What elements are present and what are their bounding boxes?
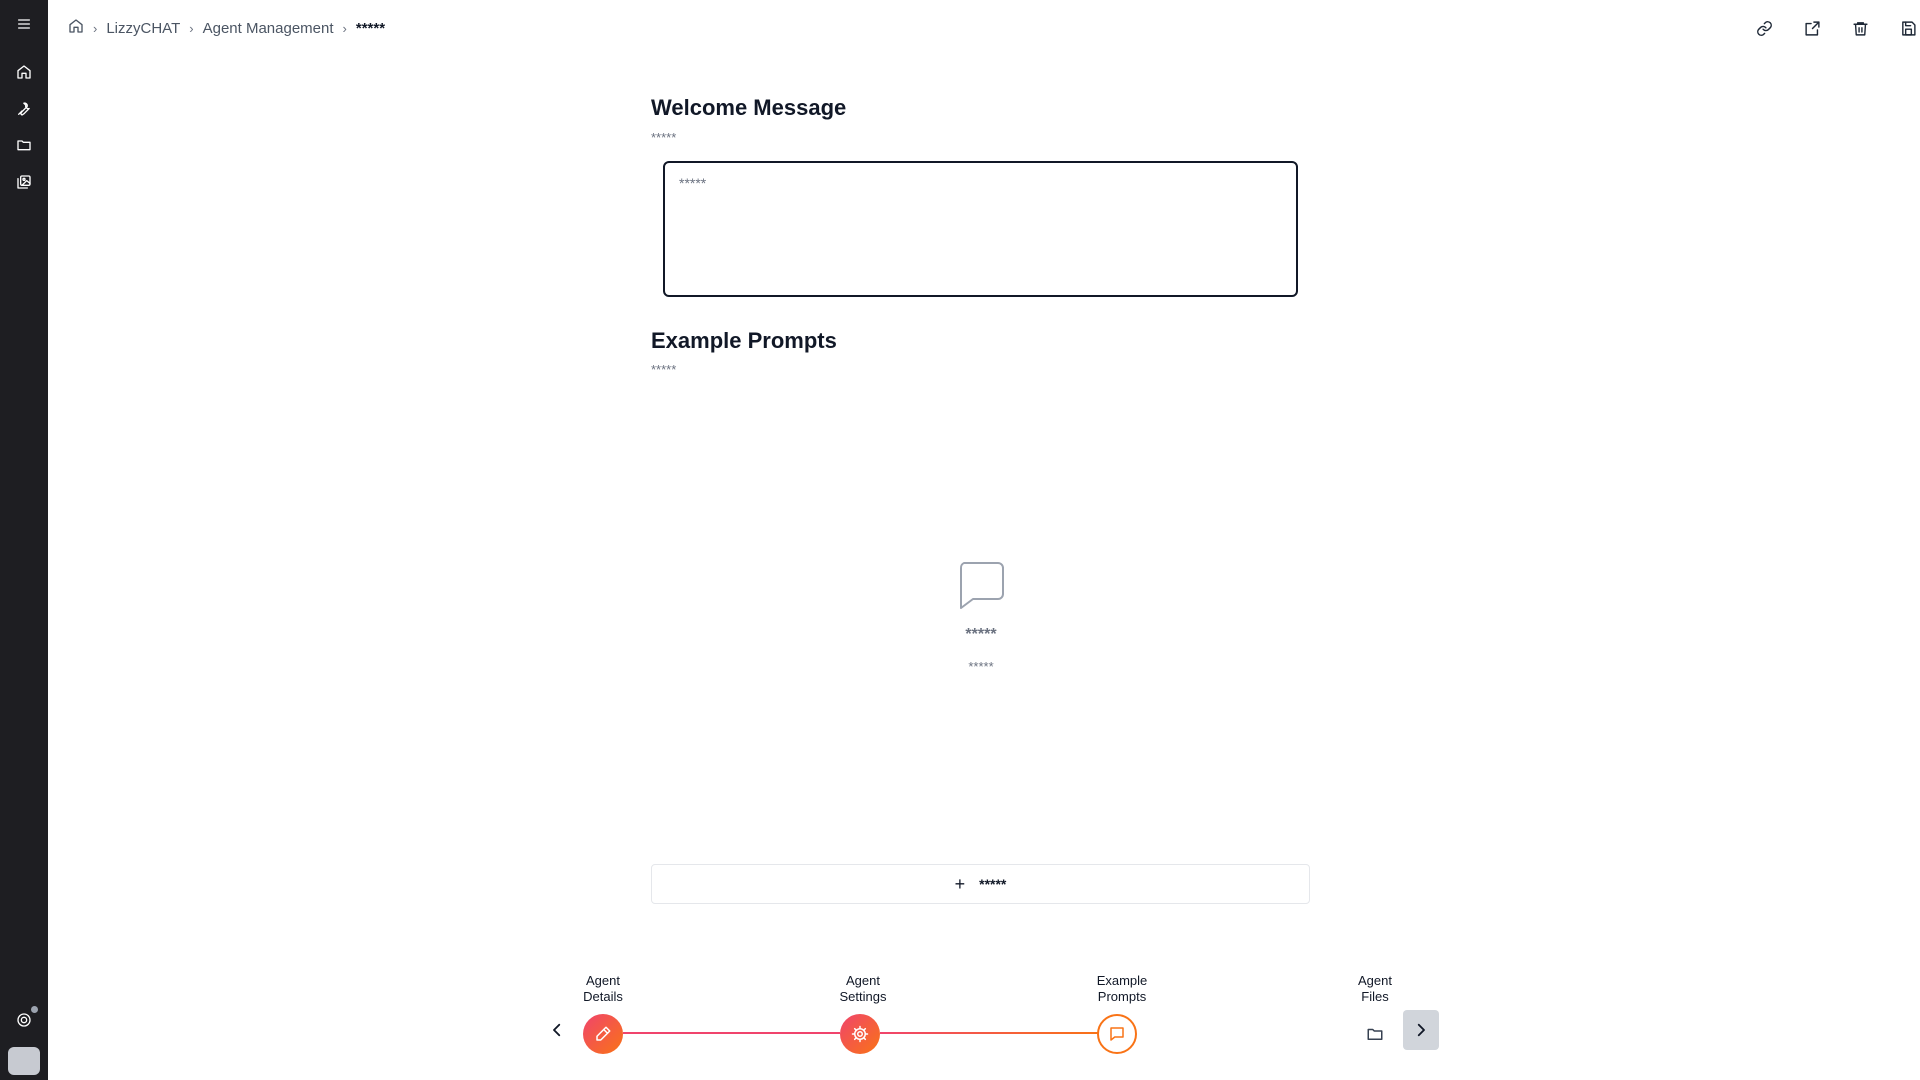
step-example-prompts[interactable] xyxy=(1097,1014,1137,1054)
notification-dot xyxy=(31,1006,38,1013)
step-agent-details[interactable] xyxy=(583,1014,623,1054)
next-step-button[interactable] xyxy=(1403,1010,1439,1050)
stepper-connector xyxy=(880,1032,1098,1034)
breadcrumb-agent-management[interactable]: Agent Management xyxy=(203,20,334,37)
top-actions xyxy=(1728,17,1920,39)
message-square-icon xyxy=(955,560,1007,610)
avatar[interactable] xyxy=(8,1047,40,1075)
step-label-line: Agent xyxy=(586,973,620,988)
breadcrumb-separator: › xyxy=(93,20,98,36)
step-label-agent-files: Agent Files xyxy=(1330,973,1420,1005)
home-icon[interactable] xyxy=(68,18,84,38)
folder-icon[interactable] xyxy=(12,133,36,157)
welcome-message-description: ***** xyxy=(651,130,677,145)
folder-icon xyxy=(1367,1028,1383,1040)
share-icon[interactable] xyxy=(1800,17,1824,39)
step-label-example-prompts: Example Prompts xyxy=(1077,973,1167,1005)
link-icon[interactable] xyxy=(1752,17,1776,39)
example-prompts-title: Example Prompts xyxy=(651,328,837,353)
breadcrumb-separator: › xyxy=(189,20,194,36)
gallery-icon[interactable] xyxy=(12,170,36,194)
welcome-message-input[interactable] xyxy=(663,161,1298,297)
breadcrumb: › LizzyCHAT › Agent Management › ***** xyxy=(68,18,385,38)
step-label-line: Settings xyxy=(839,989,887,1004)
previous-step-button[interactable] xyxy=(545,1016,569,1044)
gear-icon xyxy=(851,1025,869,1043)
stepper-connector xyxy=(623,1032,840,1034)
empty-state-subtitle: ***** xyxy=(968,659,994,674)
save-icon[interactable] xyxy=(1896,17,1920,39)
trash-icon[interactable] xyxy=(1848,17,1872,39)
breadcrumb-lizzychat[interactable]: LizzyCHAT xyxy=(106,20,180,37)
step-label-line: Example xyxy=(1096,973,1148,988)
topbar: › LizzyCHAT › Agent Management › ***** xyxy=(48,0,1920,56)
add-example-prompt-button[interactable]: + ***** xyxy=(651,864,1310,904)
example-prompts-description: ***** xyxy=(651,362,677,377)
plus-icon: + xyxy=(954,873,966,894)
home-icon[interactable] xyxy=(12,60,36,84)
step-agent-files[interactable] xyxy=(1355,1014,1395,1054)
step-label-agent-details: Agent Details xyxy=(558,973,648,1005)
welcome-message-title: Welcome Message xyxy=(651,95,847,120)
pencil-icon xyxy=(596,1026,611,1041)
breadcrumb-separator: › xyxy=(342,20,347,36)
sidebar xyxy=(0,0,48,1080)
step-label-line: Agent xyxy=(846,973,880,988)
message-square-icon xyxy=(1110,1027,1124,1041)
step-label-line: Files xyxy=(1361,989,1389,1004)
empty-state-title: ***** xyxy=(965,626,997,643)
step-label-agent-settings: Agent Settings xyxy=(818,973,908,1005)
step-agent-settings[interactable] xyxy=(840,1014,880,1054)
menu-icon[interactable] xyxy=(12,12,36,36)
step-label-line: Details xyxy=(583,989,623,1004)
wrench-icon[interactable] xyxy=(12,97,36,121)
add-example-prompt-label: ***** xyxy=(979,876,1007,892)
step-label-line: Agent xyxy=(1358,973,1392,988)
step-label-line: Prompts xyxy=(1097,989,1147,1004)
breadcrumb-current: ***** xyxy=(355,19,386,37)
